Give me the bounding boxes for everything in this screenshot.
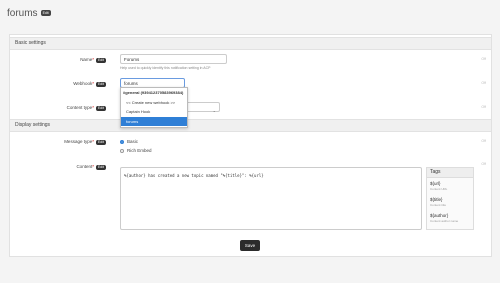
radio-rich-embed-label: Rich Embed [127,148,152,153]
content-label: Content* Edit [16,164,106,170]
webhook-label-text: Webhook [73,81,93,86]
side-marker: Off [481,139,486,143]
side-marker: Off [481,57,486,61]
tag-title-desc: Content title [430,203,447,207]
radio-unselected-icon [120,148,124,153]
name-help-text: Help used to quickly identify this notif… [120,66,211,70]
side-marker: Off [481,105,486,109]
content-type-badge: Edit [95,106,106,111]
page-title-text: forums [7,8,38,19]
required-marker: * [92,164,94,169]
tag-author-desc: Content author name [430,219,459,223]
chevron-down-icon: ⌄ [212,108,216,113]
tag-title[interactable]: ${title} [430,197,443,202]
dropdown-option-captain-hook[interactable]: Captain Hook [121,107,187,117]
required-marker: * [92,57,94,62]
page-title: forums Edit [7,8,51,19]
tag-url-desc: Content URL [430,187,448,191]
content-type-label: Content type* Edit [16,105,106,111]
tag-url[interactable]: ${url} [430,181,441,186]
tags-header: Tags [427,168,473,178]
webhook-label: Webhook* Edit [16,81,106,87]
message-type-label: Message type* Edit [16,139,106,145]
webhook-dropdown: #general (939412370583969384) << Create … [120,87,188,128]
content-type-label-text: Content type [66,105,93,110]
side-marker: Off [481,81,486,85]
top-bar: forums Edit [0,0,500,26]
radio-rich-embed[interactable]: Rich Embed [120,148,152,153]
message-type-badge: Edit [95,140,106,145]
content-badge: Edit [95,165,106,170]
section-basic-settings: Basic settings [10,37,491,50]
section-display-settings: Display settings [10,119,491,132]
dropdown-option-forums[interactable]: forums [121,116,187,126]
title-badge: Edit [40,10,51,17]
required-marker: * [92,105,94,110]
name-label: Name* Edit [16,57,106,63]
tags-panel: Tags ${url} Content URL ${title} Content… [426,167,474,230]
radio-basic[interactable]: Basic [120,139,138,144]
content-textarea[interactable]: %{author} has created a new topic named … [120,167,422,230]
tag-author[interactable]: ${author} [430,213,448,218]
webhook-badge: Edit [95,82,106,87]
name-label-text: Name [80,57,93,62]
side-marker: Off [481,162,486,166]
dropdown-group-label: #general (939412370583969384) [123,90,184,95]
name-badge: Edit [95,58,106,63]
name-input[interactable]: Forums [120,54,227,64]
content-label-text: Content [76,164,93,169]
required-marker: * [92,139,94,144]
save-button[interactable]: Save [240,240,260,251]
dropdown-option-create-webhook[interactable]: << Create new webhook >> [121,98,187,108]
webhook-select-value: forums [124,81,138,86]
radio-selected-icon [120,139,124,144]
message-type-label-text: Message type [64,139,93,144]
radio-basic-label: Basic [127,139,139,144]
required-marker: * [92,81,94,86]
